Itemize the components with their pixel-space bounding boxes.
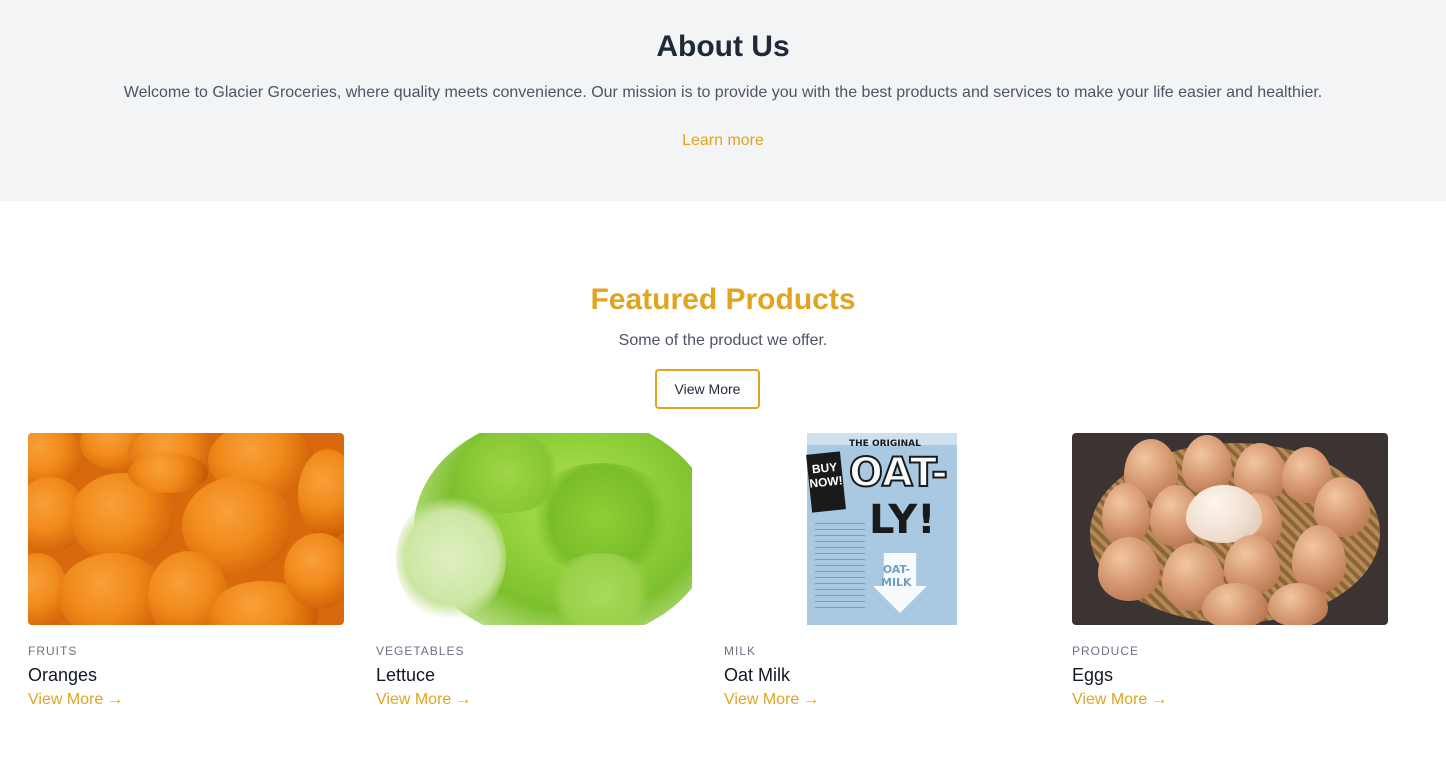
product-category: VEGETABLES xyxy=(376,644,465,658)
arrow-right-icon: → xyxy=(455,691,472,708)
product-card-oranges: FRUITS Oranges View More → xyxy=(28,433,344,709)
oat-milk-carton: BUY NOW! THE ORIGINAL OAT- LY! OAT- MILK xyxy=(806,433,957,625)
lettuce-image[interactable] xyxy=(376,433,692,625)
oranges-image[interactable] xyxy=(28,433,344,625)
carton-milk-text: OAT- MILK xyxy=(881,563,912,589)
carton-badge-text: BUY NOW! xyxy=(806,451,846,513)
product-view-more-link[interactable]: View More → xyxy=(724,691,819,709)
product-view-more-label: View More xyxy=(1072,691,1148,708)
product-category: PRODUCE xyxy=(1072,644,1140,658)
product-category: FRUITS xyxy=(28,644,78,658)
arrow-right-icon: → xyxy=(803,691,820,708)
view-more-button[interactable]: View More xyxy=(655,369,760,409)
product-card-eggs: PRODUCE Eggs View More → xyxy=(1072,433,1388,709)
product-card-lettuce: VEGETABLES Lettuce View More → xyxy=(376,433,692,709)
arrow-right-icon: → xyxy=(107,691,124,708)
learn-more-link[interactable]: Learn more xyxy=(0,132,1446,150)
product-view-more-link[interactable]: View More → xyxy=(28,691,123,709)
featured-subtitle: Some of the product we offer. xyxy=(618,332,828,349)
featured-products-section: Featured Products Some of the product we… xyxy=(0,201,1446,757)
product-view-more-link[interactable]: View More → xyxy=(376,691,471,709)
oat-milk-image[interactable]: BUY NOW! THE ORIGINAL OAT- LY! OAT- MILK xyxy=(724,433,1040,625)
product-view-more-label: View More xyxy=(28,691,104,708)
product-name: Eggs xyxy=(1072,665,1114,685)
about-title: About Us xyxy=(656,30,790,63)
product-name: Oat Milk xyxy=(724,665,791,685)
featured-title: Featured Products xyxy=(590,283,856,316)
eggs-image[interactable] xyxy=(1072,433,1388,625)
product-name: Lettuce xyxy=(376,665,436,685)
product-category: MILK xyxy=(724,644,757,658)
carton-logo-top: OAT- xyxy=(848,450,949,496)
product-view-more-label: View More xyxy=(724,691,800,708)
product-card-oat-milk: BUY NOW! THE ORIGINAL OAT- LY! OAT- MILK… xyxy=(724,433,1040,709)
carton-brand-text: THE ORIGINAL xyxy=(849,439,921,449)
carton-logo-bottom: LY! xyxy=(869,497,936,543)
product-name: Oranges xyxy=(28,665,98,685)
arrow-right-icon: → xyxy=(1151,691,1168,708)
about-text: Welcome to Glacier Groceries, where qual… xyxy=(123,84,1323,101)
about-section: About Us Welcome to Glacier Groceries, w… xyxy=(0,0,1446,201)
product-view-more-link[interactable]: View More → xyxy=(1072,691,1167,709)
product-view-more-label: View More xyxy=(376,691,452,708)
